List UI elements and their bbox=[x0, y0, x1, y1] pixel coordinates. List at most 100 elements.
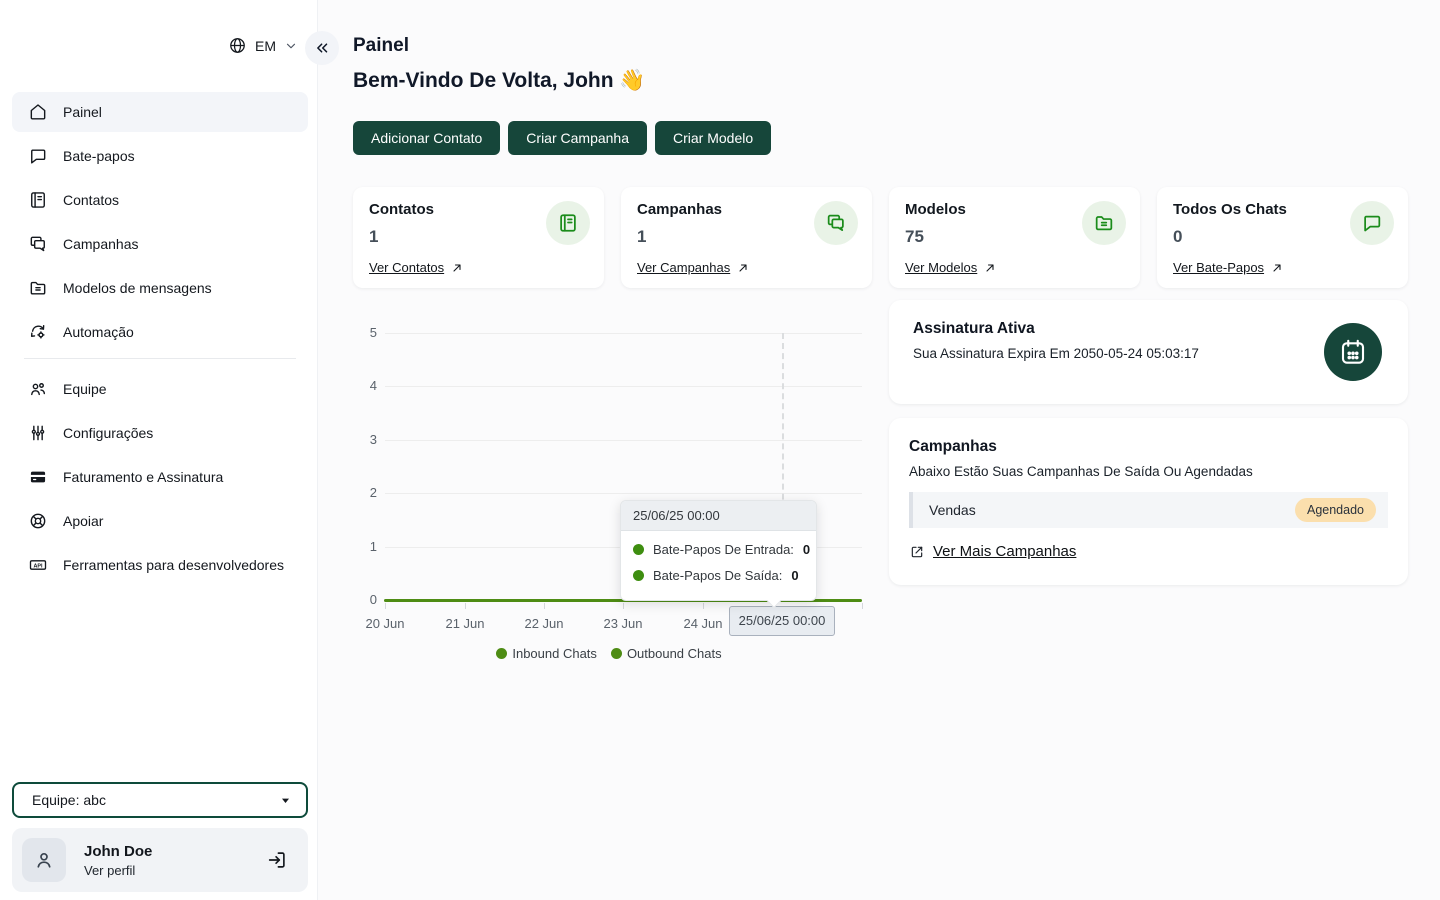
sidebar-item-label: Bate-papos bbox=[63, 148, 135, 164]
tooltip-value: 0 bbox=[791, 568, 798, 583]
arrow-up-right-icon bbox=[451, 262, 463, 274]
sidebar: EM Painel Bate-papos Contatos Campanhas … bbox=[0, 0, 318, 900]
user-name: John Doe bbox=[84, 843, 152, 860]
sidebar-item-label: Painel bbox=[63, 104, 102, 120]
templates-icon bbox=[28, 278, 48, 298]
chart-legend: Inbound Chats Outbound Chats bbox=[353, 646, 865, 661]
sidebar-item-label: Apoiar bbox=[63, 513, 103, 529]
x-axis-label-highlighted: 25/06/25 00:00 bbox=[729, 606, 835, 636]
avatar bbox=[22, 838, 66, 882]
legend-label: Outbound Chats bbox=[627, 646, 722, 661]
x-axis-tick-mark bbox=[623, 603, 624, 609]
billing-card-icon bbox=[28, 467, 48, 487]
chevron-down-icon bbox=[284, 39, 298, 53]
team-icon bbox=[28, 379, 48, 399]
x-axis-label: 21 Jun bbox=[430, 616, 500, 631]
y-axis-tick: 0 bbox=[353, 592, 377, 608]
status-badge: Agendado bbox=[1295, 498, 1376, 522]
logout-icon[interactable] bbox=[266, 849, 288, 871]
tooltip-label: Bate-Papos De Entrada: bbox=[653, 542, 794, 557]
y-axis-tick: 3 bbox=[353, 432, 377, 448]
sidebar-item-apoiar[interactable]: Apoiar bbox=[12, 501, 308, 541]
campaign-name: Vendas bbox=[929, 502, 976, 518]
sidebar-item-modelos[interactable]: Modelos de mensagens bbox=[12, 268, 308, 308]
automation-icon bbox=[28, 322, 48, 342]
stat-card-campaigns: Campanhas 1 Ver Campanhas bbox=[621, 187, 872, 288]
x-axis-tick-mark bbox=[385, 603, 386, 609]
y-axis-tick: 4 bbox=[353, 378, 377, 394]
templates-folder-icon bbox=[1082, 201, 1126, 245]
sidebar-collapse-button[interactable] bbox=[305, 31, 339, 65]
api-icon: API bbox=[28, 555, 48, 575]
view-templates-link[interactable]: Ver Modelos bbox=[905, 260, 996, 275]
campaigns-title: Campanhas bbox=[909, 438, 1388, 456]
double-chevron-left-icon bbox=[313, 39, 331, 57]
header-actions: Adicionar Contato Criar Campanha Criar M… bbox=[353, 121, 771, 155]
sidebar-item-campanhas[interactable]: Campanhas bbox=[12, 224, 308, 264]
arrow-up-right-icon bbox=[737, 262, 749, 274]
globe-icon bbox=[228, 36, 247, 55]
view-campaigns-link[interactable]: Ver Campanhas bbox=[637, 260, 749, 275]
subscription-expiry-text: Sua Assinatura Expira Em 2050-05-24 05:0… bbox=[913, 346, 1384, 361]
view-more-campaigns-link[interactable]: Ver Mais Campanhas bbox=[909, 543, 1076, 560]
campaign-chats-icon bbox=[814, 201, 858, 245]
settings-sliders-icon bbox=[28, 423, 48, 443]
add-contact-button[interactable]: Adicionar Contato bbox=[353, 121, 500, 155]
y-axis-tick: 2 bbox=[353, 485, 377, 501]
campaign-list-item[interactable]: Vendas Agendado bbox=[909, 492, 1388, 528]
support-icon bbox=[28, 511, 48, 531]
sidebar-item-automacao[interactable]: Automação bbox=[12, 312, 308, 352]
team-select[interactable]: Equipe: abc bbox=[12, 782, 308, 818]
view-chats-link[interactable]: Ver Bate-Papos bbox=[1173, 260, 1283, 275]
arrow-up-right-icon bbox=[1271, 262, 1283, 274]
sidebar-item-painel[interactable]: Painel bbox=[12, 92, 308, 132]
subscription-card: Assinatura Ativa Sua Assinatura Expira E… bbox=[889, 300, 1408, 404]
tooltip-row-inbound: Bate-Papos De Entrada: 0 bbox=[633, 542, 816, 557]
sidebar-item-faturamento[interactable]: Faturamento e Assinatura bbox=[12, 457, 308, 497]
sidebar-divider bbox=[24, 358, 296, 359]
x-axis-label: 22 Jun bbox=[509, 616, 579, 631]
sidebar-item-configuracoes[interactable]: Configurações bbox=[12, 413, 308, 453]
user-card[interactable]: John Doe Ver perfil bbox=[12, 828, 308, 892]
sidebar-item-equipe[interactable]: Equipe bbox=[12, 369, 308, 409]
tooltip-row-outbound: Bate-Papos De Saída: 0 bbox=[633, 568, 816, 583]
view-contacts-link[interactable]: Ver Contatos bbox=[369, 260, 463, 275]
legend-dot-icon bbox=[611, 648, 622, 659]
legend-item-inbound[interactable]: Inbound Chats bbox=[496, 646, 597, 661]
home-icon bbox=[28, 102, 48, 122]
sidebar-item-contatos[interactable]: Contatos bbox=[12, 180, 308, 220]
sidebar-item-label: Faturamento e Assinatura bbox=[63, 469, 223, 485]
sidebar-item-label: Modelos de mensagens bbox=[63, 280, 212, 296]
legend-label: Inbound Chats bbox=[512, 646, 597, 661]
campaigns-subtitle: Abaixo Estão Suas Campanhas De Saída Ou … bbox=[909, 464, 1388, 479]
gridline bbox=[385, 493, 862, 494]
sidebar-item-ferramentas[interactable]: API Ferramentas para desenvolvedores bbox=[12, 545, 308, 585]
sidebar-item-label: Configurações bbox=[63, 425, 153, 441]
x-axis-label: 24 Jun bbox=[668, 616, 738, 631]
team-select-value: Equipe: abc bbox=[32, 792, 106, 808]
x-axis-tick-mark bbox=[465, 603, 466, 609]
tooltip-title: 25/06/25 00:00 bbox=[621, 501, 816, 531]
gridline bbox=[385, 386, 862, 387]
contacts-icon bbox=[28, 190, 48, 210]
campaigns-icon bbox=[28, 234, 48, 254]
x-axis-tick-mark bbox=[703, 603, 704, 609]
chat-bubble-icon bbox=[1350, 201, 1394, 245]
sidebar-item-bate-papos[interactable]: Bate-papos bbox=[12, 136, 308, 176]
create-template-button[interactable]: Criar Modelo bbox=[655, 121, 771, 155]
create-campaign-button[interactable]: Criar Campanha bbox=[508, 121, 647, 155]
contacts-book-icon bbox=[546, 201, 590, 245]
arrow-up-right-icon bbox=[984, 262, 996, 274]
external-link-icon bbox=[909, 544, 925, 560]
sidebar-item-label: Automação bbox=[63, 324, 134, 340]
y-axis-tick: 5 bbox=[353, 325, 377, 341]
legend-item-outbound[interactable]: Outbound Chats bbox=[611, 646, 722, 661]
chat-icon bbox=[28, 146, 48, 166]
language-selector[interactable]: EM bbox=[228, 36, 298, 55]
x-axis-label: 20 Jun bbox=[350, 616, 420, 631]
series-dot-icon bbox=[633, 570, 644, 581]
gridline bbox=[385, 440, 862, 441]
subscription-title: Assinatura Ativa bbox=[913, 320, 1384, 338]
y-axis-tick: 1 bbox=[353, 539, 377, 555]
view-profile-link[interactable]: Ver perfil bbox=[84, 863, 152, 878]
